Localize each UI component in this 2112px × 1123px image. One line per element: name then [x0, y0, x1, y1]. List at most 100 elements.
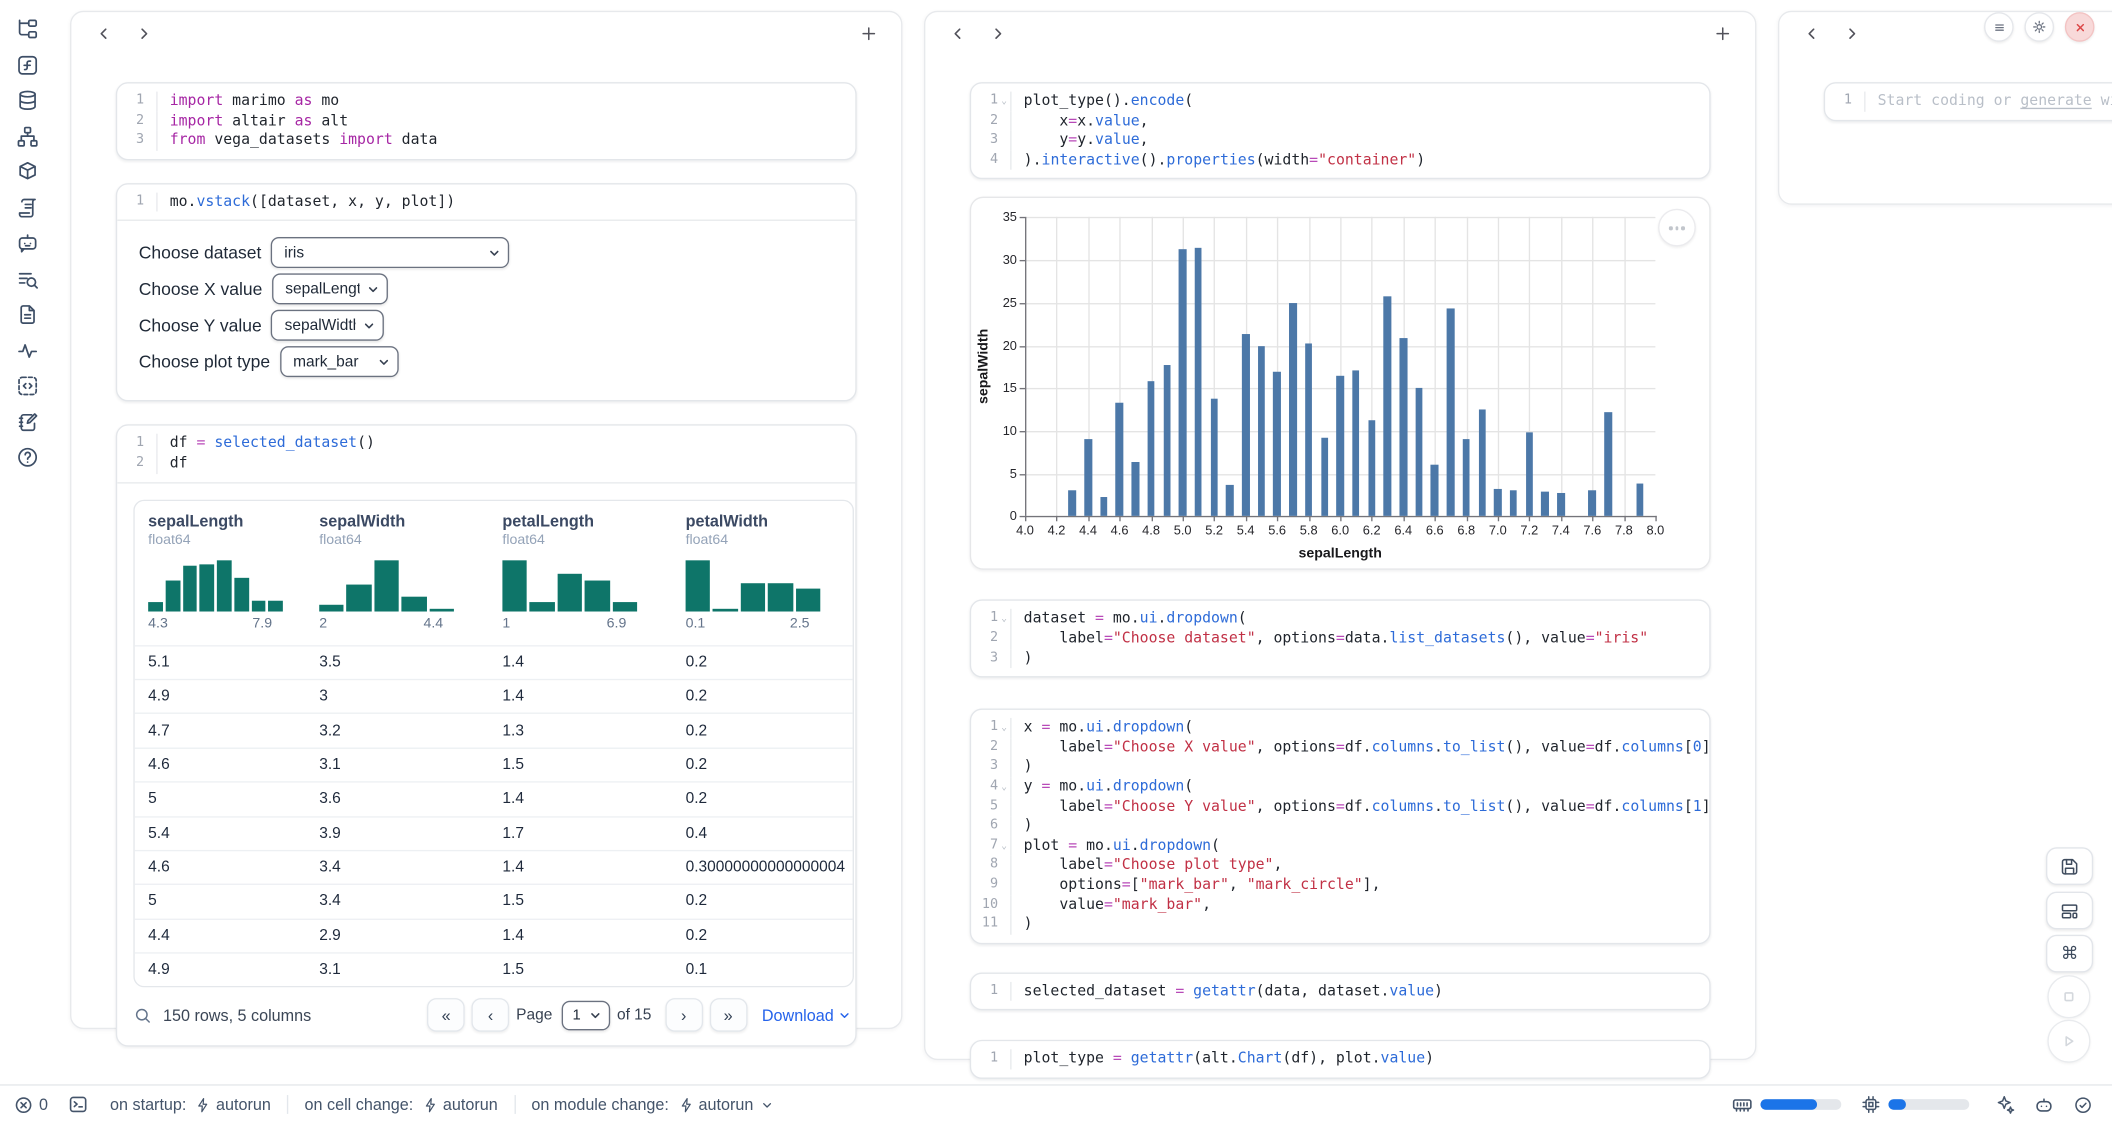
chevron-right-icon[interactable]: [983, 19, 1013, 49]
chart-bar: [1305, 343, 1313, 516]
chart-bar: [1147, 381, 1155, 517]
file-tree-icon[interactable]: [15, 18, 38, 41]
bot-icon: [2033, 1093, 2056, 1116]
on-startup-setting[interactable]: on startup: autorun: [110, 1095, 271, 1114]
chart-bar: [1415, 388, 1423, 516]
chart-bar: [1132, 462, 1140, 517]
table-row: 4.42.91.40.2setos: [135, 918, 853, 952]
code-square-icon[interactable]: [15, 374, 38, 397]
selected-dataset-cell[interactable]: 1selected_dataset = getattr(data, datase…: [970, 972, 1711, 1011]
bot-message-icon[interactable]: [15, 232, 38, 255]
control-select[interactable]: sepalLength: [272, 274, 388, 305]
save-button[interactable]: [2046, 847, 2093, 885]
chart-bar: [1226, 485, 1234, 517]
xy-plot-dropdowns-cell[interactable]: 1⌄x = mo.ui.dropdown(2 label="Choose X v…: [970, 709, 1711, 944]
column-2-header: [925, 12, 1755, 55]
command-icon: ⌘: [2061, 944, 2079, 964]
control-label: Choose Y value: [139, 316, 262, 336]
prev-page-button[interactable]: ‹: [472, 999, 510, 1033]
control-label: Choose plot type: [139, 352, 270, 372]
add-cell-button[interactable]: [1708, 19, 1738, 49]
add-cell-button[interactable]: [854, 19, 884, 49]
column-header-sepalWidth[interactable]: sepalWidthfloat6424.4: [306, 500, 489, 644]
command-palette-button[interactable]: ⌘: [2046, 935, 2093, 973]
column-header-speci[interactable]: speciobjecuniqunulls:: [853, 500, 854, 644]
dataframe-cell[interactable]: 1df = selected_dataset()2df sepalLengthf…: [116, 425, 857, 1047]
chart-bar: [1116, 403, 1124, 517]
errors-button[interactable]: 0: [13, 1094, 48, 1114]
control-label: Choose dataset: [139, 243, 262, 263]
control-row: Choose Y value sepalWidth: [139, 312, 834, 340]
page-select[interactable]: 1: [562, 1001, 610, 1031]
column-histogram: [319, 560, 454, 611]
ai-button[interactable]: [1993, 1094, 2015, 1116]
search-icon[interactable]: [133, 1006, 152, 1025]
vstack-cell[interactable]: 1mo.vstack([dataset, x, y, plot]) Choose…: [116, 183, 857, 402]
column-1-panel: 1import marimo as mo2import altair as al…: [70, 11, 902, 1029]
chart-bar: [1336, 376, 1344, 516]
terminal-button[interactable]: [67, 1094, 89, 1116]
file-text-icon[interactable]: [15, 303, 38, 326]
chevron-left-icon[interactable]: [89, 19, 119, 49]
on-module-change-setting[interactable]: on module change: autorun: [531, 1095, 775, 1114]
code-placeholder[interactable]: Start coding or generate with AI: [1864, 92, 2112, 112]
chart-bar: [1526, 433, 1534, 517]
chart-output: 4.04.24.44.64.85.05.25.45.65.86.06.26.46…: [970, 197, 1711, 570]
empty-code-cell[interactable]: 1 Start coding or generate with AI: [1824, 82, 2112, 121]
control-select[interactable]: mark_bar: [280, 347, 399, 378]
dataset-dropdown-cell[interactable]: 1⌄dataset = mo.ui.dropdown(2 label="Choo…: [970, 600, 1711, 678]
package-icon[interactable]: [15, 160, 38, 183]
plot-encode-cell[interactable]: 1⌄plot_type().encode(2 x=x.value,3 y=y.v…: [970, 82, 1711, 179]
run-button[interactable]: [2047, 1020, 2090, 1063]
chart-bar: [1368, 420, 1376, 517]
chevron-down-icon: [760, 1097, 775, 1112]
chevron-left-icon[interactable]: [943, 19, 973, 49]
chart-bar: [1258, 346, 1266, 517]
activity-icon[interactable]: [15, 339, 38, 362]
list-search-icon[interactable]: [15, 267, 38, 290]
imports-cell[interactable]: 1import marimo as mo2import altair as al…: [116, 82, 857, 160]
chevron-left-icon[interactable]: [1797, 19, 1827, 49]
close-button[interactable]: [2065, 12, 2095, 42]
notebook-pen-icon[interactable]: [15, 410, 38, 433]
chart-bar: [1399, 339, 1407, 517]
column-header-petalLength[interactable]: petalLengthfloat6416.9: [489, 500, 672, 644]
function-square-icon[interactable]: [15, 53, 38, 76]
last-page-button[interactable]: »: [709, 999, 747, 1033]
column-header-sepalLength[interactable]: sepalLengthfloat644.37.9: [135, 500, 306, 644]
help-circle-icon[interactable]: [15, 446, 38, 469]
chevron-right-icon[interactable]: [129, 19, 159, 49]
first-page-button[interactable]: «: [427, 999, 465, 1033]
chevron-right-icon[interactable]: [1837, 19, 1867, 49]
workflow-icon[interactable]: [15, 125, 38, 148]
left-rail: [0, 0, 54, 1102]
database-icon[interactable]: [15, 89, 38, 112]
on-cell-change-setting[interactable]: on cell change: autorun: [305, 1095, 498, 1114]
menu-button[interactable]: [1984, 12, 2014, 42]
stop-button[interactable]: [2047, 975, 2090, 1018]
table-footer: 150 rows, 5 columns«‹Page1of 15›»Downloa…: [133, 999, 851, 1033]
connection-status-button[interactable]: [2073, 1094, 2093, 1114]
chevron-down-icon: [838, 1009, 851, 1022]
column-header-petalWidth[interactable]: petalWidthfloat640.12.5: [672, 500, 852, 644]
download-button[interactable]: Download: [762, 1006, 851, 1025]
plot-type-cell[interactable]: 1plot_type = getattr(alt.Chart(df), plot…: [970, 1040, 1711, 1079]
assistant-button[interactable]: [2033, 1093, 2056, 1116]
chart-bar: [1589, 491, 1597, 517]
chart-bar: [1242, 334, 1250, 517]
layout-button[interactable]: [2046, 892, 2093, 930]
column-3-panel: 1 Start coding or generate with AI: [1778, 11, 2112, 205]
control-select[interactable]: iris: [271, 238, 509, 269]
control-row: Choose X valuesepalLength: [139, 275, 834, 303]
next-page-button[interactable]: ›: [665, 999, 703, 1033]
status-bar: 0 on startup: autorun on cell change: au…: [0, 1084, 2112, 1123]
generate-link[interactable]: generate: [2020, 92, 2091, 110]
control-row: Choose plot type mark_bar: [139, 348, 834, 376]
table-row: 4.931.40.2setos: [135, 679, 853, 713]
control-select[interactable]: sepalWidth: [271, 310, 384, 341]
errors-count: 0: [39, 1095, 48, 1114]
ram-progress-bar: [1760, 1099, 1841, 1110]
chart: 4.04.24.44.64.85.05.25.45.65.86.06.26.46…: [971, 199, 1709, 569]
settings-button[interactable]: [2024, 12, 2054, 42]
scroll-text-icon[interactable]: [15, 196, 38, 219]
